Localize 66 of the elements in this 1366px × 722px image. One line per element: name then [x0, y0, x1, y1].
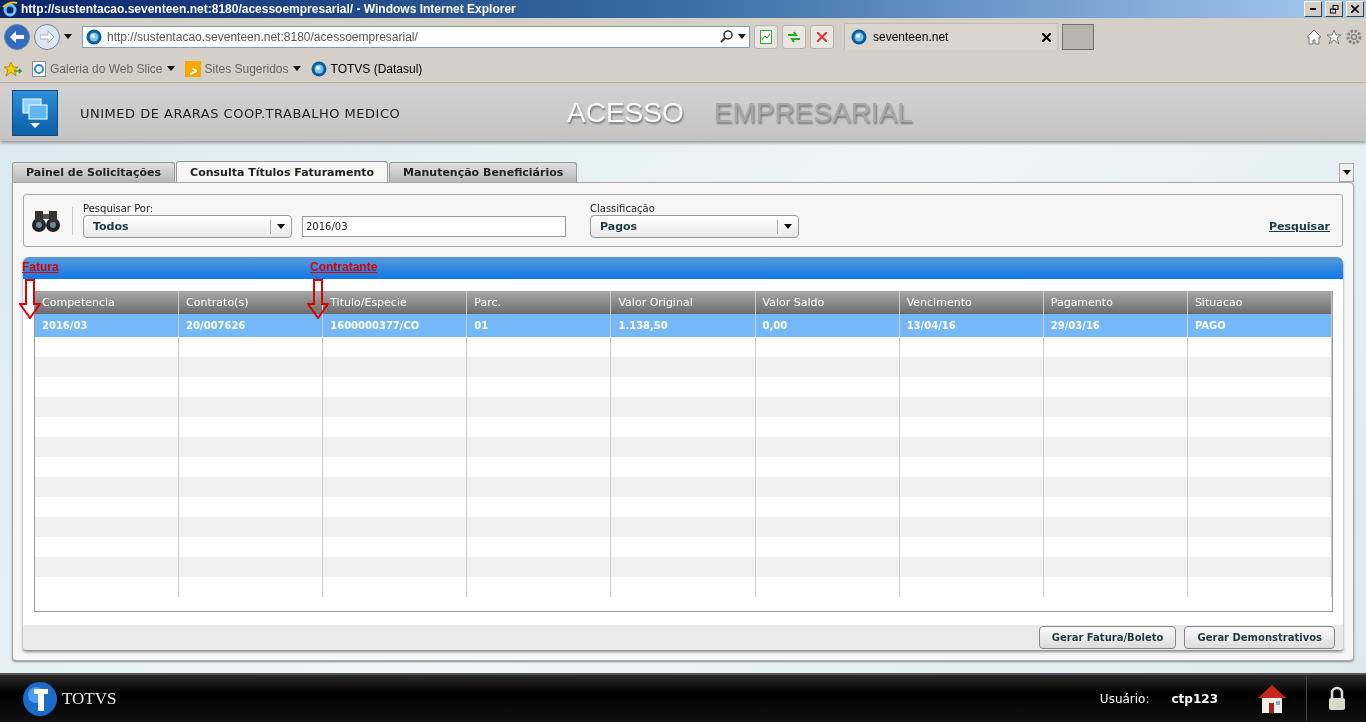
forward-button[interactable] [34, 23, 60, 50]
close-button[interactable] [1346, 1, 1364, 17]
brand-name: TOTVS [62, 688, 117, 709]
user-name: ctp123 [1171, 691, 1218, 706]
column-header[interactable]: Valor Original [611, 291, 756, 314]
tab-menu-button[interactable] [1339, 163, 1354, 182]
globe-icon [86, 28, 102, 45]
browser-tab[interactable]: seventeen.net [844, 23, 1058, 50]
arrow-icon [307, 279, 329, 319]
restore-button[interactable] [1325, 1, 1343, 17]
new-tab-button[interactable] [1062, 23, 1094, 50]
search-field[interactable]: 2016/03 [302, 216, 566, 237]
company-name: UNIMED DE ARARAS COOP.TRABALHO MEDICO [80, 105, 402, 121]
page-icon [760, 29, 772, 44]
favorites-link[interactable]: Sites Sugeridos [184, 60, 301, 77]
caret-icon [784, 224, 792, 229]
search-by-select[interactable]: Todos [83, 215, 292, 238]
field-label: Classificação [590, 203, 656, 214]
bing-icon [184, 60, 201, 77]
stop-icon [817, 31, 827, 42]
app-logo-icon[interactable] [12, 90, 58, 136]
caret-icon [1342, 170, 1351, 175]
window-title: http://sustentacao.seventeen.net:8180/acessoempresarial/ - Windows Internet Explorer [21, 2, 517, 16]
column-header[interactable]: Valor Saldo [755, 291, 900, 314]
forward-arrow-icon [40, 30, 54, 43]
arrow-icon [19, 279, 41, 319]
action-button[interactable]: Gerar Fatura/Boleto [1038, 626, 1177, 649]
minimize-button[interactable] [1304, 1, 1322, 17]
caret-icon [277, 224, 285, 229]
app-title: ACESSO [567, 97, 684, 129]
globe-logo-icon [22, 680, 58, 717]
classification-select[interactable]: Pagos [590, 215, 799, 238]
refresh-icon [787, 30, 801, 43]
minimize-icon [1310, 8, 1316, 10]
favorites-link[interactable]: Galeria do Web Slice [32, 60, 175, 77]
back-arrow-icon [10, 30, 24, 43]
user-label: Usuário: [1099, 691, 1150, 706]
field-label: Pesquisar Por: [83, 203, 155, 214]
tab[interactable]: Painel de Solicitações [12, 162, 176, 182]
globe-icon [310, 60, 327, 77]
stop-button[interactable] [810, 24, 834, 49]
compatibility-button[interactable] [754, 24, 778, 49]
app-title: EMPRESARIAL [713, 97, 913, 129]
back-button[interactable] [4, 23, 30, 50]
close-icon [1351, 5, 1359, 13]
action-button[interactable]: Gerar Demonstrativos [1184, 626, 1335, 649]
close-icon[interactable] [1042, 32, 1051, 42]
caret-icon [738, 34, 746, 39]
search-icon [720, 30, 733, 43]
padlock-icon [1326, 685, 1347, 712]
tab[interactable]: Manutenção Beneficiários [389, 162, 578, 182]
restore-icon [1329, 4, 1339, 14]
caret-icon [166, 66, 175, 71]
search-link[interactable]: Pesquisar [1269, 220, 1330, 233]
annotation-label: Contratante [310, 260, 378, 274]
column-header[interactable]: Situacao [1187, 291, 1332, 314]
globe-icon [851, 29, 867, 45]
dropdown-icon [64, 34, 72, 39]
favorites-link[interactable]: TOTVS (Datasul) [310, 60, 423, 77]
caret-icon [292, 66, 301, 71]
address-field[interactable]: http://sustentacao.seventeen.net:8180/acessoempresarial/ [82, 25, 750, 48]
browser-icon [2, 1, 18, 17]
browser-icon [32, 60, 46, 77]
star-icon[interactable] [1326, 28, 1342, 45]
tab[interactable]: Consulta Títulos Faturamento [176, 161, 389, 182]
home-icon[interactable] [1306, 28, 1322, 45]
